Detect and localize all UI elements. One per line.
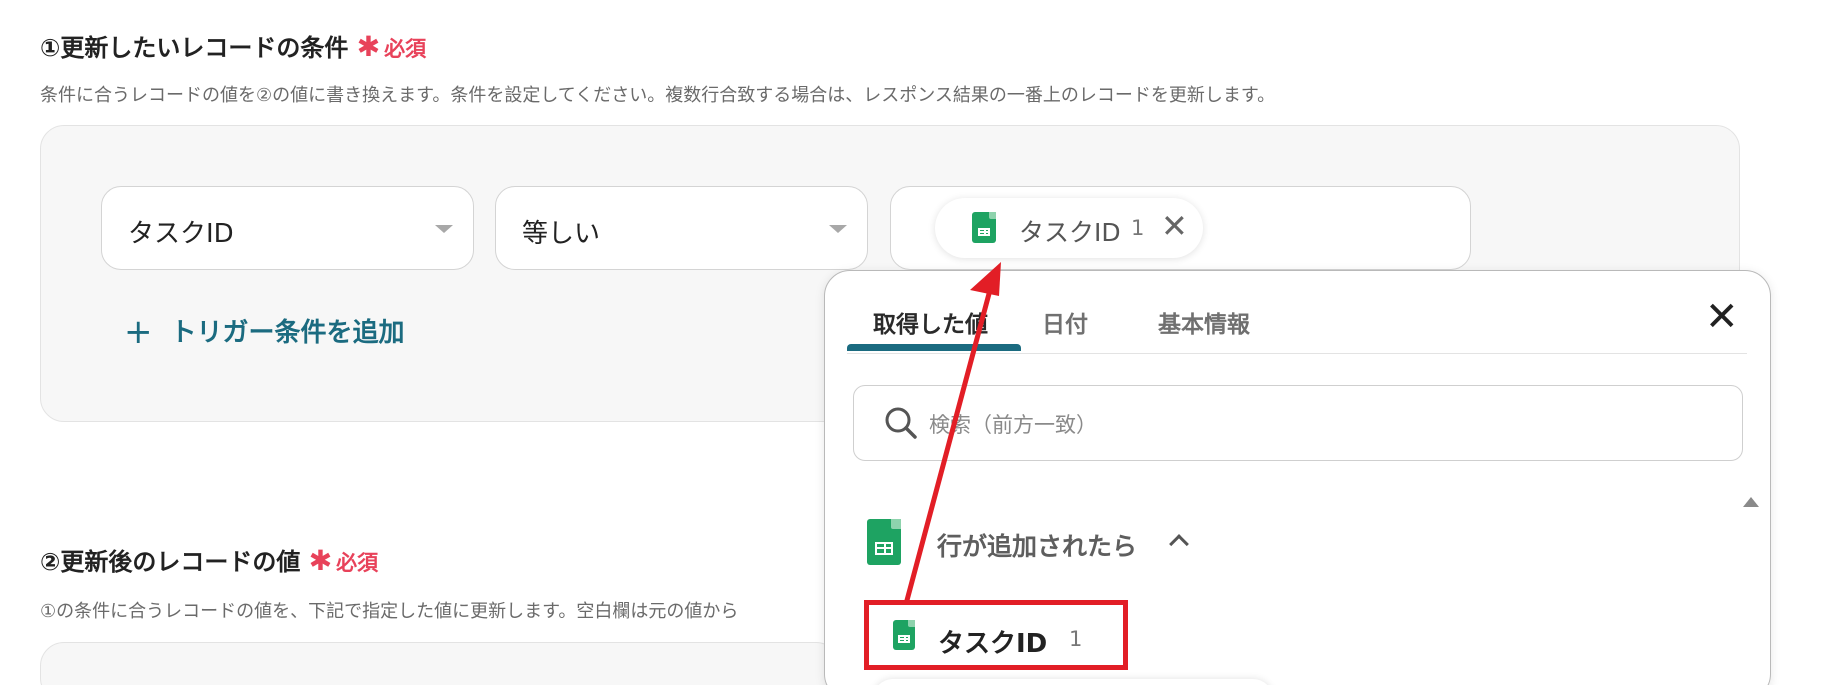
- section2-title-text: ②更新後のレコードの値: [40, 548, 301, 576]
- value-chip-count: 1: [1131, 216, 1145, 240]
- list-item[interactable]: [873, 679, 1273, 685]
- group-title[interactable]: 行が追加されたら: [937, 527, 1137, 563]
- section2-description: ①の条件に合うレコードの値を、下記で指定した値に更新します。空白欄は元の値から: [40, 601, 739, 622]
- section1-description: 条件に合うレコードの値を②の値に書き換えます。条件を設定してください。複数行合致…: [40, 85, 1276, 106]
- chip-remove-icon[interactable]: ✕: [1161, 208, 1188, 244]
- scroll-up-arrow-icon[interactable]: [1743, 497, 1759, 507]
- value-chip[interactable]: タスクID 1 ✕: [935, 198, 1203, 258]
- condition-operator-value: 等しい: [522, 219, 601, 249]
- highlight-box: [864, 600, 1128, 670]
- google-sheets-icon: [972, 212, 996, 243]
- condition-operator-select[interactable]: 等しい: [495, 186, 868, 270]
- search-icon: [885, 407, 917, 439]
- condition-field-value: タスクID: [128, 219, 234, 249]
- required-asterisk-icon: ✱: [356, 30, 381, 63]
- add-trigger-condition-link[interactable]: + トリガー条件を追加: [124, 310, 405, 352]
- google-sheets-icon: [867, 519, 901, 565]
- section1-title-text: ①更新したいレコードの条件: [40, 34, 349, 62]
- required-badge: ✱ 必須: [357, 30, 427, 63]
- required-asterisk-icon: ✱: [308, 544, 333, 577]
- dropdown-caret-icon: [435, 225, 453, 233]
- condition-field-select[interactable]: タスクID: [101, 186, 474, 270]
- section2-title: ②更新後のレコードの値 ✱ 必須: [40, 542, 378, 577]
- chevron-up-icon[interactable]: [1169, 534, 1189, 554]
- required-badge: ✱ 必須: [309, 544, 379, 577]
- add-trigger-condition-label: トリガー条件を追加: [170, 318, 405, 348]
- search-input[interactable]: 検索（前方一致）: [853, 385, 1743, 461]
- required-label: 必須: [336, 551, 379, 575]
- section2-panel: [40, 642, 840, 685]
- tab-date[interactable]: 日付: [1042, 305, 1088, 339]
- tab-basic-info[interactable]: 基本情報: [1158, 305, 1250, 339]
- dropdown-caret-icon: [829, 225, 847, 233]
- tab-acquired-values[interactable]: 取得した値: [873, 305, 988, 339]
- tab-divider: [847, 353, 1747, 354]
- plus-icon: +: [124, 312, 153, 352]
- required-label: 必須: [384, 37, 427, 61]
- active-tab-indicator: [847, 344, 1021, 351]
- value-chip-label: タスクID: [1019, 218, 1121, 247]
- section1-title: ①更新したいレコードの条件 ✱ 必須: [40, 28, 426, 63]
- close-icon[interactable]: ✕: [1705, 295, 1739, 339]
- search-placeholder: 検索（前方一致）: [929, 413, 1097, 437]
